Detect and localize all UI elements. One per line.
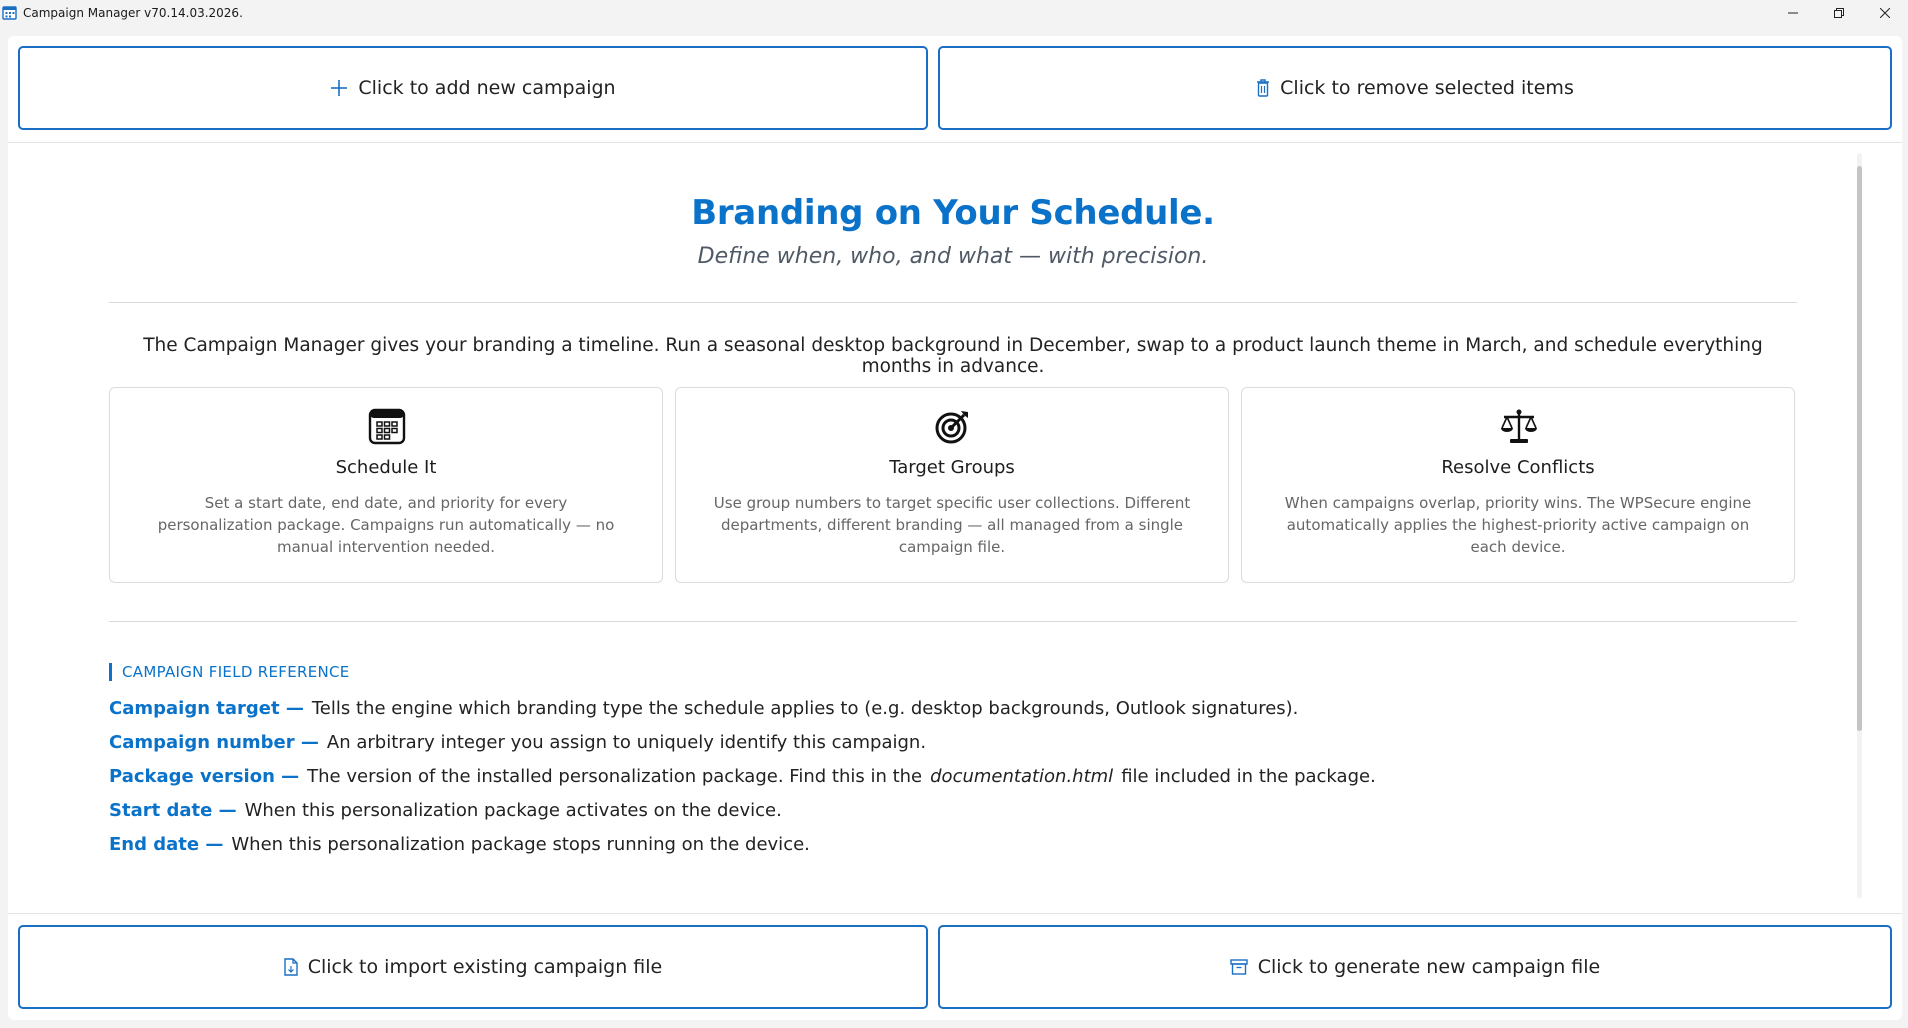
- restore-button[interactable]: [1816, 0, 1862, 26]
- reference-field-campaign-number: Campaign number — An arbitrary integer yo…: [109, 732, 926, 753]
- reference-text: The version of the installed personaliza…: [307, 766, 923, 787]
- feature-card-resolve-conflicts: Resolve Conflicts When campaigns overlap…: [1241, 387, 1795, 583]
- card-description: Use group numbers to target specific use…: [713, 494, 1191, 556]
- import-campaign-label: Click to import existing campaign file: [307, 956, 663, 978]
- add-campaign-button[interactable]: Click to add new campaign: [18, 46, 928, 130]
- feature-card-schedule: Schedule It Set a start date, end date, …: [109, 387, 663, 583]
- close-icon: [1880, 8, 1890, 18]
- bottom-divider: [8, 913, 1902, 914]
- feature-card-target-groups: Target Groups Use group numbers to targe…: [675, 387, 1229, 583]
- reference-text-after: file included in the package.: [1121, 766, 1376, 787]
- reference-field-package-version: Package version — The version of the inst…: [109, 766, 1376, 787]
- plus-icon: [331, 80, 348, 96]
- window-controls: [1770, 0, 1908, 26]
- calendar-icon: [368, 408, 406, 445]
- card-description: Set a start date, end date, and priority…: [157, 494, 615, 556]
- card-title: Schedule It: [335, 457, 437, 478]
- scales-icon: [1501, 409, 1537, 443]
- add-campaign-label: Click to add new campaign: [358, 77, 616, 99]
- content-panel[interactable]: Branding on Your Schedule. Define when, …: [8, 143, 1902, 913]
- reference-text: When this personalization package activa…: [244, 800, 782, 821]
- app-icon: [2, 6, 17, 20]
- archive-icon: [1230, 959, 1248, 975]
- minimize-button[interactable]: [1770, 0, 1816, 26]
- scrollbar-thumb[interactable]: [1857, 166, 1862, 731]
- file-import-icon: [284, 958, 298, 976]
- import-campaign-file-button[interactable]: Click to import existing campaign file: [18, 925, 928, 1009]
- reference-term: Start date —: [109, 800, 237, 821]
- window-title: Campaign Manager v70.14.03.2026.: [23, 6, 243, 20]
- generate-campaign-file-button[interactable]: Click to generate new campaign file: [938, 925, 1892, 1009]
- reference-field-start-date: Start date — When this personalization pa…: [109, 800, 782, 821]
- trash-icon: [1257, 79, 1270, 97]
- close-button[interactable]: [1862, 0, 1908, 26]
- hero-subtitle: Define when, who, and what — with precis…: [697, 244, 1209, 269]
- remove-selected-button[interactable]: Click to remove selected items: [938, 46, 1892, 130]
- reference-term: Campaign target —: [109, 698, 304, 719]
- card-title: Target Groups: [889, 457, 1015, 478]
- title-bar: Campaign Manager v70.14.03.2026.: [0, 0, 1908, 26]
- vertical-scrollbar[interactable]: [1857, 153, 1862, 898]
- reference-text: When this personalization package stops …: [231, 834, 810, 855]
- card-title: Resolve Conflicts: [1441, 457, 1595, 478]
- remove-selected-label: Click to remove selected items: [1280, 77, 1574, 99]
- restore-icon: [1834, 8, 1844, 18]
- documentation-filename: documentation.html: [930, 766, 1114, 787]
- hero-divider: [109, 302, 1797, 303]
- reference-term: Campaign number —: [109, 732, 319, 753]
- reference-term: Package version —: [109, 766, 300, 787]
- target-icon: [935, 411, 968, 444]
- card-description: When campaigns overlap, priority wins. T…: [1284, 494, 1752, 556]
- section-divider: [109, 621, 1797, 622]
- intro-text: The Campaign Manager gives your branding…: [143, 335, 1763, 377]
- reference-term: End date —: [109, 834, 224, 855]
- minimize-icon: [1788, 12, 1798, 14]
- reference-text: Tells the engine which branding type the…: [311, 698, 1299, 719]
- reference-field-end-date: End date — When this personalization pack…: [109, 834, 810, 855]
- reference-field-campaign-target: Campaign target — Tells the engine which …: [109, 698, 1298, 719]
- generate-campaign-label: Click to generate new campaign file: [1257, 956, 1601, 978]
- reference-text: An arbitrary integer you assign to uniqu…: [326, 732, 927, 753]
- hero-title: Branding on Your Schedule.: [691, 193, 1215, 233]
- reference-header: CAMPAIGN FIELD REFERENCE: [109, 663, 350, 681]
